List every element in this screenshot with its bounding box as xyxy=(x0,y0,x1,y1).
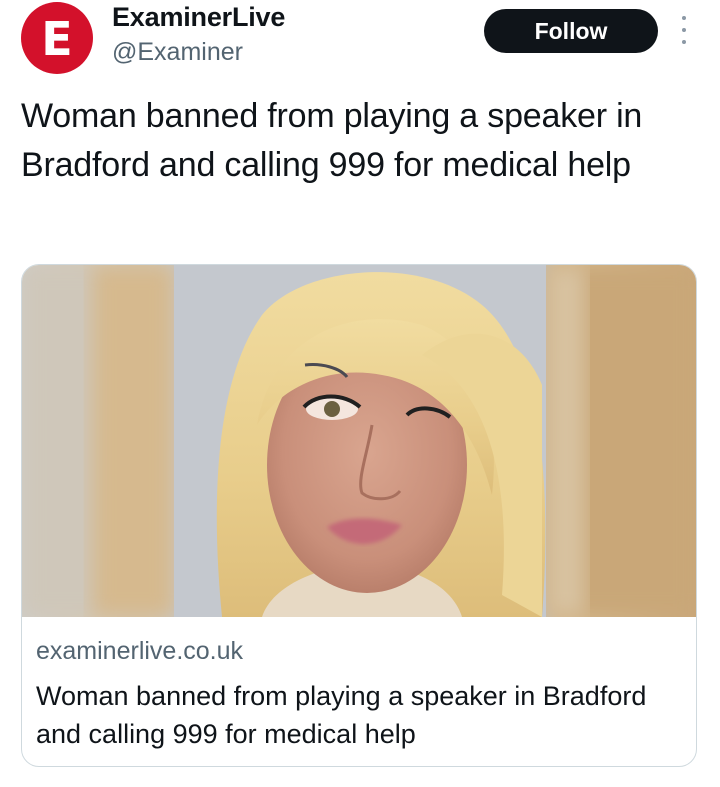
card-title[interactable]: Woman banned from playing a speaker in B… xyxy=(36,677,676,753)
link-card[interactable]: examinerlive.co.uk Woman banned from pla… xyxy=(21,264,697,767)
portrait-photo xyxy=(22,265,696,617)
display-name[interactable]: ExaminerLive xyxy=(112,2,285,33)
vertical-ellipsis-icon[interactable] xyxy=(676,16,692,44)
avatar-letter: E xyxy=(41,12,73,66)
tweet-text: Woman banned from playing a speaker in B… xyxy=(21,97,643,184)
avatar[interactable]: E xyxy=(21,2,93,74)
user-handle[interactable]: @Examiner xyxy=(112,38,243,67)
follow-button[interactable]: Follow xyxy=(484,9,658,53)
card-image[interactable] xyxy=(22,265,696,617)
card-domain[interactable]: examinerlive.co.uk xyxy=(36,637,243,666)
